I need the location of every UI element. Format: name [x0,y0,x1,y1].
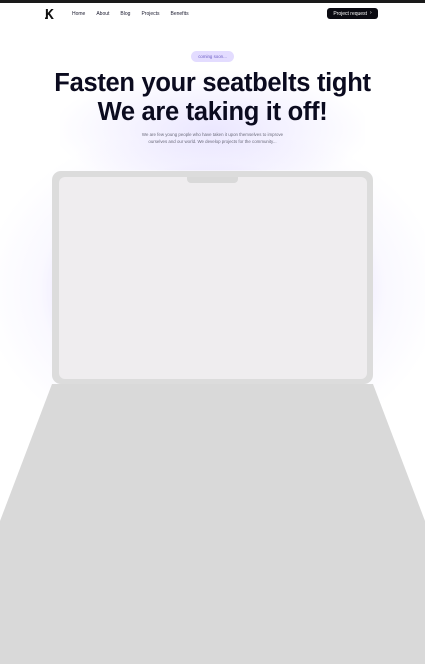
headline-line-1: Fasten your seatbelts tight [54,69,371,97]
nav-link-projects[interactable]: Projects [141,11,159,17]
navbar: Home About Blog Projects Benefits Projec… [0,3,425,25]
laptop-notch [187,177,238,183]
nav-link-home[interactable]: Home [72,11,85,17]
hero-subtitle: We are few young people who have taken i… [112,131,313,145]
headline-line-2: We are taking it off! [97,98,328,126]
subtitle-line-1: We are few young people who have taken i… [141,132,284,137]
k-logo-icon[interactable] [45,9,54,19]
laptop-screen [59,177,367,379]
project-request-label: Project request [333,10,367,17]
project-request-button[interactable]: Project request › [327,8,378,19]
laptop-base [0,384,425,664]
chevron-right-icon: › [369,10,372,16]
subtitle-line-2: ourselves and our world. We develop proj… [148,139,277,144]
coming-soon-badge: coming soon... [191,51,234,62]
nav-links: Home About Blog Projects Benefits [72,11,200,17]
nav-link-benefits[interactable]: Benefits [171,11,189,17]
nav-link-about[interactable]: About [96,11,109,17]
nav-link-blog[interactable]: Blog [120,11,130,17]
